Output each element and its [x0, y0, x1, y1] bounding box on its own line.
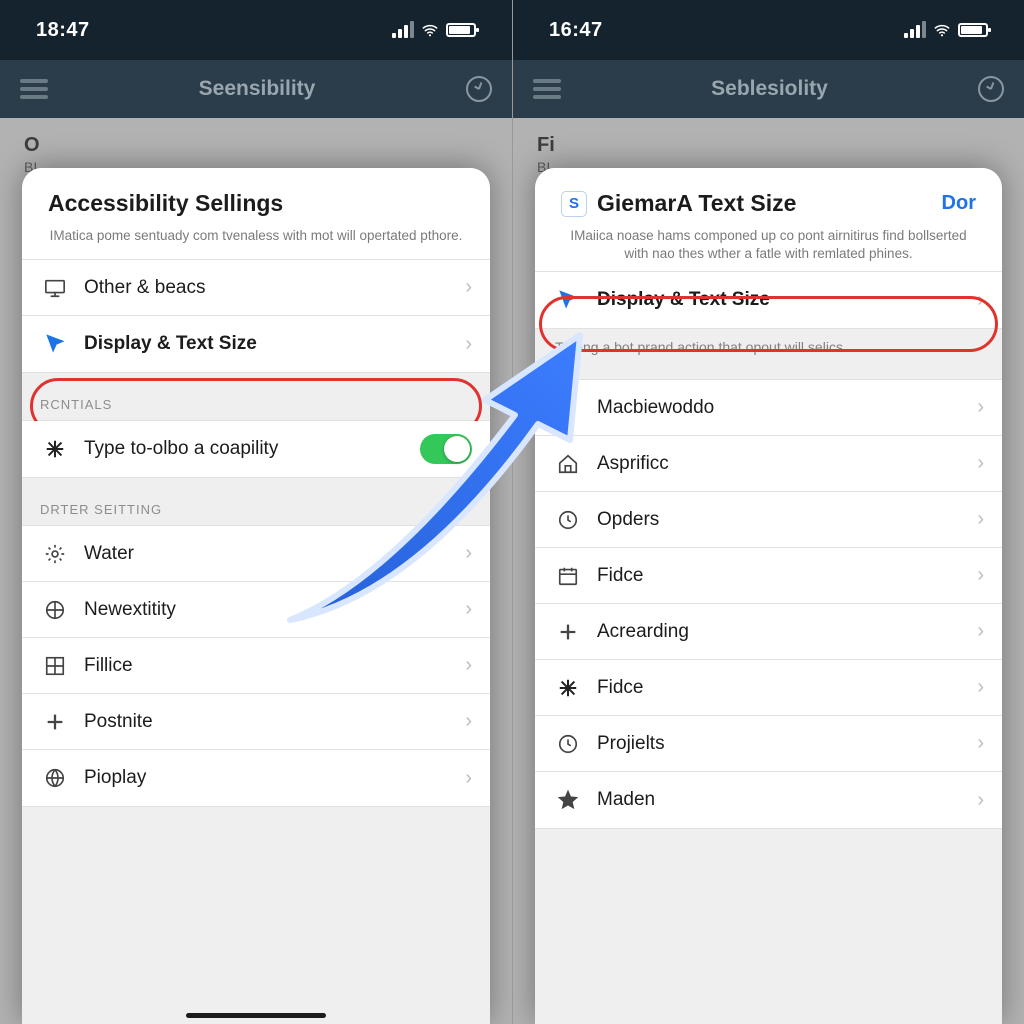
row-fidce[interactable]: Fidce› — [535, 548, 1002, 604]
row-asprificc[interactable]: Asprificc› — [535, 436, 1002, 492]
nav-title: Seensibility — [48, 77, 466, 101]
textsize-card: S GiemarA Text Size Dor IMaiica noase ha… — [535, 168, 1002, 1024]
asterisk-icon — [553, 677, 583, 699]
globe-icon — [40, 767, 70, 789]
row-display-text-size[interactable]: Display & Text Size › — [22, 316, 490, 372]
monitor-icon — [40, 277, 70, 299]
toggle-switch[interactable] — [420, 434, 472, 464]
history-icon[interactable] — [466, 76, 492, 102]
clock-icon — [553, 509, 583, 531]
row-display-text-size[interactable]: Display & Text Size › — [535, 272, 1002, 328]
chevron-right-icon: › — [465, 333, 472, 356]
status-bar: 16:47 — [513, 0, 1024, 60]
plus-icon — [40, 711, 70, 733]
row-type-coapility[interactable]: Type to-olbo a coapility — [22, 421, 490, 477]
phone-right: 16:47 Seblesiolity FiBI EVia S GiemarA T… — [512, 0, 1024, 1024]
menu-icon[interactable] — [20, 79, 48, 99]
card-subtitle: IMaiica noase hams componed up co pont a… — [561, 227, 976, 263]
menu-icon[interactable] — [533, 79, 561, 99]
card-subtitle: IMatica pome sentuady com tvenaless with… — [48, 227, 464, 245]
battery-icon — [958, 23, 988, 37]
chevron-right-icon: › — [977, 289, 984, 312]
row-fidce-2[interactable]: Fidce› — [535, 660, 1002, 716]
group-first: Other & beacs › Display & Text Size › — [22, 259, 490, 373]
history-icon[interactable] — [978, 76, 1004, 102]
status-icons — [392, 22, 476, 38]
pointer-icon — [553, 289, 583, 311]
row-macbiewoddo[interactable]: Macbiewoddo› — [535, 380, 1002, 436]
row-maden[interactable]: Maden› — [535, 772, 1002, 828]
plus-icon — [553, 621, 583, 643]
card-title: GiemarA Text Size — [597, 190, 796, 217]
helper-text: Tetlling a bot prand action that opout w… — [535, 329, 1002, 355]
card-title: Accessibility Sellings — [48, 190, 283, 217]
section-label: DRTER SEITTING — [22, 502, 490, 525]
home-indicator — [186, 1013, 326, 1018]
star-icon — [553, 789, 583, 811]
row-water[interactable]: Water› — [22, 526, 490, 582]
row-postnite[interactable]: Postnite› — [22, 694, 490, 750]
calendar-icon — [553, 565, 583, 587]
status-icons — [904, 22, 988, 38]
clock-icon — [553, 733, 583, 755]
section-label: RCNTIALS — [22, 397, 490, 420]
app-badge-icon: S — [561, 191, 587, 217]
pointer-icon — [40, 333, 70, 355]
globe-icon — [40, 599, 70, 621]
done-button[interactable]: Dor — [942, 192, 976, 215]
row-fillice[interactable]: Fillice› — [22, 638, 490, 694]
gear-icon — [40, 543, 70, 565]
wifi-icon — [932, 22, 952, 38]
status-time: 16:47 — [549, 19, 603, 42]
status-time: 18:47 — [36, 19, 90, 42]
wifi-icon — [420, 22, 440, 38]
status-bar: 18:47 — [0, 0, 512, 60]
nav-bar: Seblesiolity — [513, 60, 1024, 118]
settings-card: Accessibility Sellings IMatica pome sent… — [22, 168, 490, 1024]
row-pioplay[interactable]: Pioplay› — [22, 750, 490, 806]
chevron-right-icon: › — [465, 276, 472, 299]
row-profielts[interactable]: Projielts› — [535, 716, 1002, 772]
signal-icon — [904, 22, 926, 38]
battery-icon — [446, 23, 476, 37]
nav-bar: Seensibility — [0, 60, 512, 118]
home-icon — [553, 453, 583, 475]
row-opders[interactable]: Opders› — [535, 492, 1002, 548]
clipboard-icon — [553, 397, 583, 419]
nav-title: Seblesiolity — [561, 77, 978, 101]
row-acrearding[interactable]: Acrearding› — [535, 604, 1002, 660]
asterisk-icon — [40, 438, 70, 460]
row-other-beacs[interactable]: Other & beacs › — [22, 260, 490, 316]
row-newextitity[interactable]: Newextitity› — [22, 582, 490, 638]
signal-icon — [392, 22, 414, 38]
phone-left: 18:47 Seensibility OBI OXo CYO ACa Acces… — [0, 0, 512, 1024]
grid-icon — [40, 655, 70, 677]
